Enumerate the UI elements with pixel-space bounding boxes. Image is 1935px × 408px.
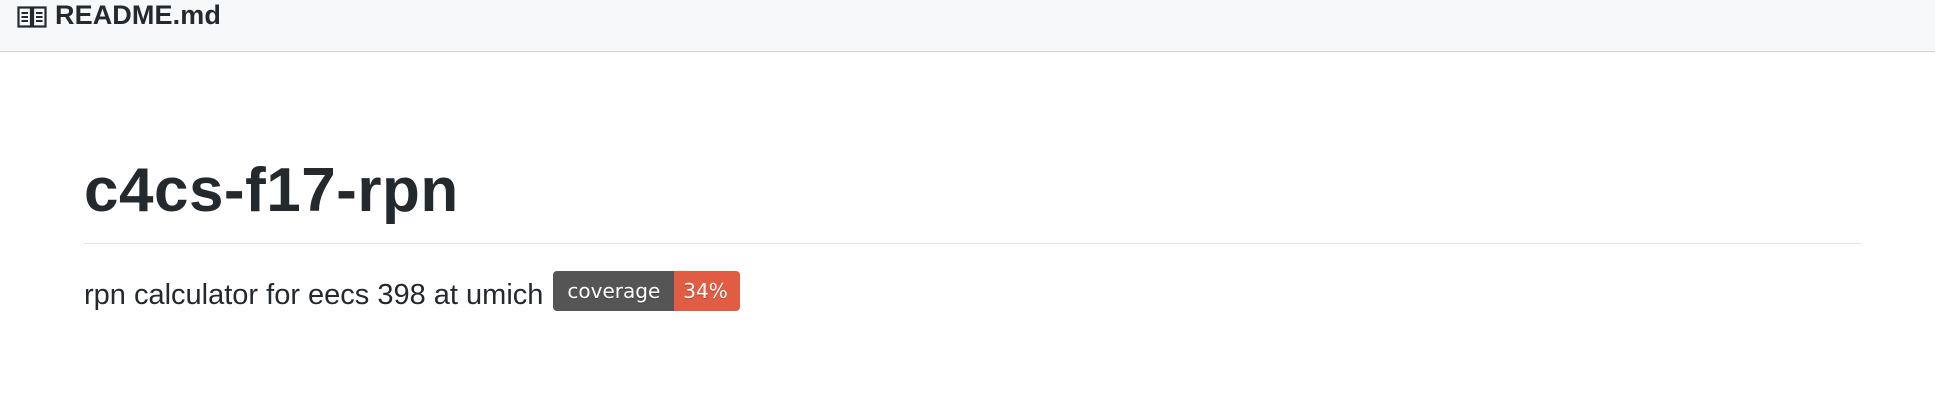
readme-file-header: README.md bbox=[0, 0, 1935, 52]
readme-content: c4cs-f17-rpn rpn calculator for eecs 398… bbox=[0, 53, 1935, 408]
book-icon bbox=[17, 6, 47, 28]
coverage-badge-label: coverage bbox=[553, 271, 675, 311]
readme-title: c4cs-f17-rpn bbox=[84, 156, 459, 225]
readme-filename: README.md bbox=[55, 0, 221, 30]
readme-description: rpn calculator for eecs 398 at umich bbox=[84, 279, 544, 311]
title-divider bbox=[84, 243, 1861, 244]
coverage-badge[interactable]: coverage 34% bbox=[553, 271, 740, 311]
readme-description-line: rpn calculator for eecs 398 at umich cov… bbox=[84, 271, 740, 315]
coverage-badge-value: 34% bbox=[674, 271, 740, 311]
